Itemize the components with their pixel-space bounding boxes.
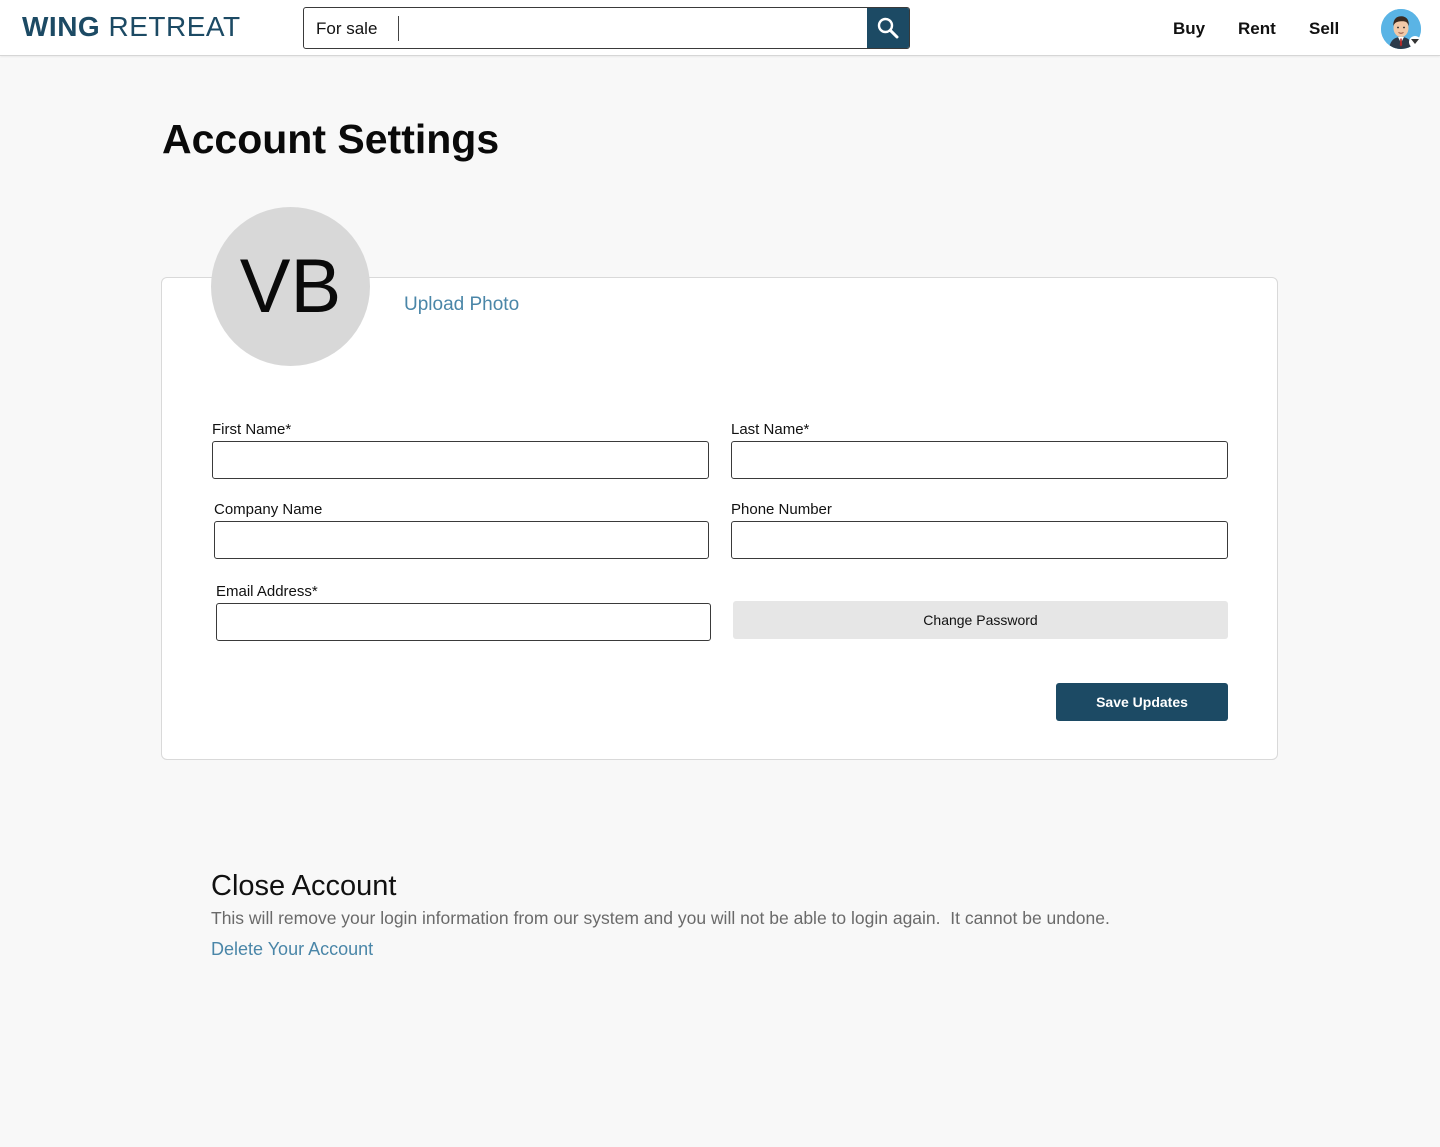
delete-account-link[interactable]: Delete Your Account (211, 939, 373, 960)
page-title: Account Settings (162, 116, 500, 162)
close-account-title: Close Account (211, 870, 397, 902)
search-button[interactable] (867, 8, 909, 48)
logo-light-text: RETREAT (108, 11, 241, 42)
last-name-field[interactable] (731, 441, 1228, 479)
top-header: WING RETREAT For sale Buy Rent Sell (0, 0, 1440, 56)
search-divider (398, 16, 399, 41)
change-password-button[interactable]: Change Password (733, 601, 1228, 639)
logo-bold-text: WING (22, 11, 101, 42)
chevron-down-icon (1411, 39, 1419, 44)
logo[interactable]: WING RETREAT (22, 11, 241, 43)
close-account-description: This will remove your login information … (211, 908, 1110, 928)
search-bar: For sale (303, 7, 910, 49)
save-updates-label: Save Updates (1096, 694, 1188, 710)
search-input[interactable] (404, 9, 864, 47)
search-icon (877, 17, 899, 39)
phone-number-field[interactable] (731, 521, 1228, 559)
last-name-label: Last Name* (731, 421, 810, 438)
company-name-field[interactable] (214, 521, 709, 559)
profile-initials: VB (239, 244, 342, 329)
company-name-label: Company Name (214, 501, 323, 518)
nav-buy[interactable]: Buy (1173, 19, 1205, 39)
email-address-field[interactable] (216, 603, 711, 641)
email-address-label: Email Address* (216, 583, 318, 600)
first-name-label: First Name* (212, 421, 292, 438)
upload-photo-link[interactable]: Upload Photo (404, 294, 519, 316)
change-password-label: Change Password (923, 612, 1038, 628)
search-type-select[interactable]: For sale (316, 19, 377, 39)
nav-sell[interactable]: Sell (1309, 19, 1339, 39)
first-name-field[interactable] (212, 441, 709, 479)
nav-rent[interactable]: Rent (1238, 19, 1276, 39)
save-updates-button[interactable]: Save Updates (1056, 683, 1228, 721)
profile-avatar: VB (211, 207, 370, 366)
avatar-menu-toggle[interactable] (1409, 36, 1421, 48)
phone-number-label: Phone Number (731, 501, 832, 518)
